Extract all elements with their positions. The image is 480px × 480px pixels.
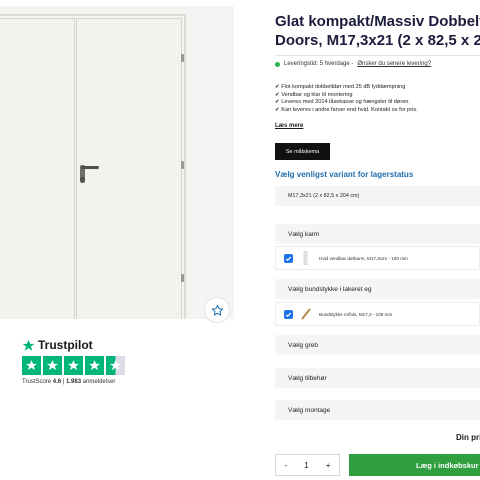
frame-option-label: Hvid vendbar dørkarm, M17,3x21 - 100 mm	[319, 255, 408, 261]
rating-star-icon	[43, 356, 62, 375]
delivery-status: Leveringstid: 5 hverdage - Ønsker du sen…	[275, 61, 431, 67]
section-label: Vælg tilbehør	[288, 374, 327, 382]
feature-item: ✔ Leveres med 2014 låsekasse og hængsler…	[275, 99, 410, 105]
threshold-option[interactable]: Bundstykke m/fals, M17,3 - 109 mm	[275, 302, 480, 326]
door-leaf-left	[0, 18, 75, 319]
size-chart-button[interactable]: Se målskema	[275, 143, 330, 160]
variant-select[interactable]: M17,3x21 (2 x 82,5 x 204 cm)	[275, 186, 480, 206]
product-title-line1: Glat kompakt/Massiv Dobbeltd	[275, 13, 480, 30]
door-handle	[81, 166, 99, 169]
rating-star-icon	[22, 356, 41, 375]
quantity-stepper[interactable]: - 1 +	[275, 454, 340, 476]
trustscore-text: TrustScore 4.6 | 1.983 anmeldelser	[22, 379, 125, 385]
add-to-cart-button[interactable]: Læg i indkøbskur	[349, 454, 480, 476]
delivery-text: Leveringstid: 5 hverdage -	[284, 61, 354, 67]
divider	[275, 55, 480, 56]
frame-option[interactable]: Hvid vendbar dørkarm, M17,3x21 - 100 mm	[275, 246, 480, 270]
feature-item: ✔ Flot kompakt dobbeltdør med 25 dB lydd…	[275, 84, 406, 90]
feature-item: ✔ Vendbar og klar til montering	[275, 91, 353, 98]
door-frame-thumbnail-icon	[301, 251, 311, 265]
product-image[interactable]	[0, 6, 234, 323]
trustscore-separator: |	[62, 379, 65, 385]
read-more-link[interactable]: Læs mere	[275, 123, 303, 129]
later-delivery-link[interactable]: Ønsker du senere levering?	[357, 61, 431, 67]
choose-threshold-section[interactable]: Vælg bundstykke i lakeret eg	[275, 279, 480, 299]
section-label: Vælg bundstykke i lakeret eg	[288, 285, 372, 293]
hinge-icon	[181, 54, 184, 62]
choose-accessories-section[interactable]: Vælg tilbehør	[275, 368, 480, 388]
price-label: Din pri	[456, 433, 480, 442]
feature-list: ✔ Flot kompakt dobbeltdør med 25 dB lydd…	[275, 84, 418, 114]
wishlist-button[interactable]	[204, 297, 230, 323]
review-count-label: anmeldelser	[82, 379, 116, 385]
trustscore-label: TrustScore	[22, 379, 52, 385]
green-dot-icon	[275, 61, 280, 67]
hinge-icon	[181, 161, 184, 169]
variant-selected-value: M17,3x21 (2 x 82,5 x 204 cm)	[288, 193, 360, 199]
section-label: Vælg greb	[288, 341, 318, 349]
choose-installation-section[interactable]: Vælg montage	[275, 400, 480, 420]
trustpilot-brand: Trustpilot	[38, 338, 93, 352]
keyhole-icon	[80, 177, 85, 182]
review-count: 1.983	[66, 379, 82, 385]
product-title: Glat kompakt/Massiv Dobbeltd Doors, M17,…	[275, 12, 480, 50]
quantity-value[interactable]: 1	[304, 461, 308, 470]
rating-star-half-icon	[106, 356, 125, 375]
oak-threshold-thumbnail-icon	[301, 307, 311, 321]
hinge-icon	[181, 274, 184, 282]
choose-handle-section[interactable]: Vælg greb	[275, 335, 480, 355]
section-label: Vælg karm	[288, 230, 320, 238]
star-outline-icon	[211, 304, 223, 316]
product-title-line2: Doors, M17,3x21 (2 x 82,5 x 20	[275, 32, 480, 49]
trustpilot-star-icon	[22, 339, 35, 351]
checkbox-checked-icon[interactable]	[284, 309, 293, 319]
rating-star-icon	[85, 356, 104, 375]
feature-item: ✔ Kan leveres i andre farver end hvid. K…	[275, 106, 418, 113]
threshold-option-label: Bundstykke m/fals, M17,3 - 109 mm	[319, 311, 393, 317]
decrease-quantity-button[interactable]: -	[285, 461, 288, 470]
variant-header: Vælg venligst variant for lagerstatus	[275, 170, 414, 179]
trustpilot-widget[interactable]: Trustpilot TrustScore 4.6 | 1.983 anmeld…	[22, 338, 125, 385]
trustscore-value: 4.6	[52, 379, 62, 385]
increase-quantity-button[interactable]: +	[326, 461, 331, 470]
trustpilot-stars	[22, 356, 125, 375]
section-label: Vælg montage	[288, 406, 331, 414]
choose-frame-section[interactable]: Vælg karm	[275, 224, 480, 244]
rating-star-icon	[64, 356, 83, 375]
checkbox-checked-icon[interactable]	[284, 253, 293, 263]
trustpilot-logo: Trustpilot	[22, 338, 125, 352]
